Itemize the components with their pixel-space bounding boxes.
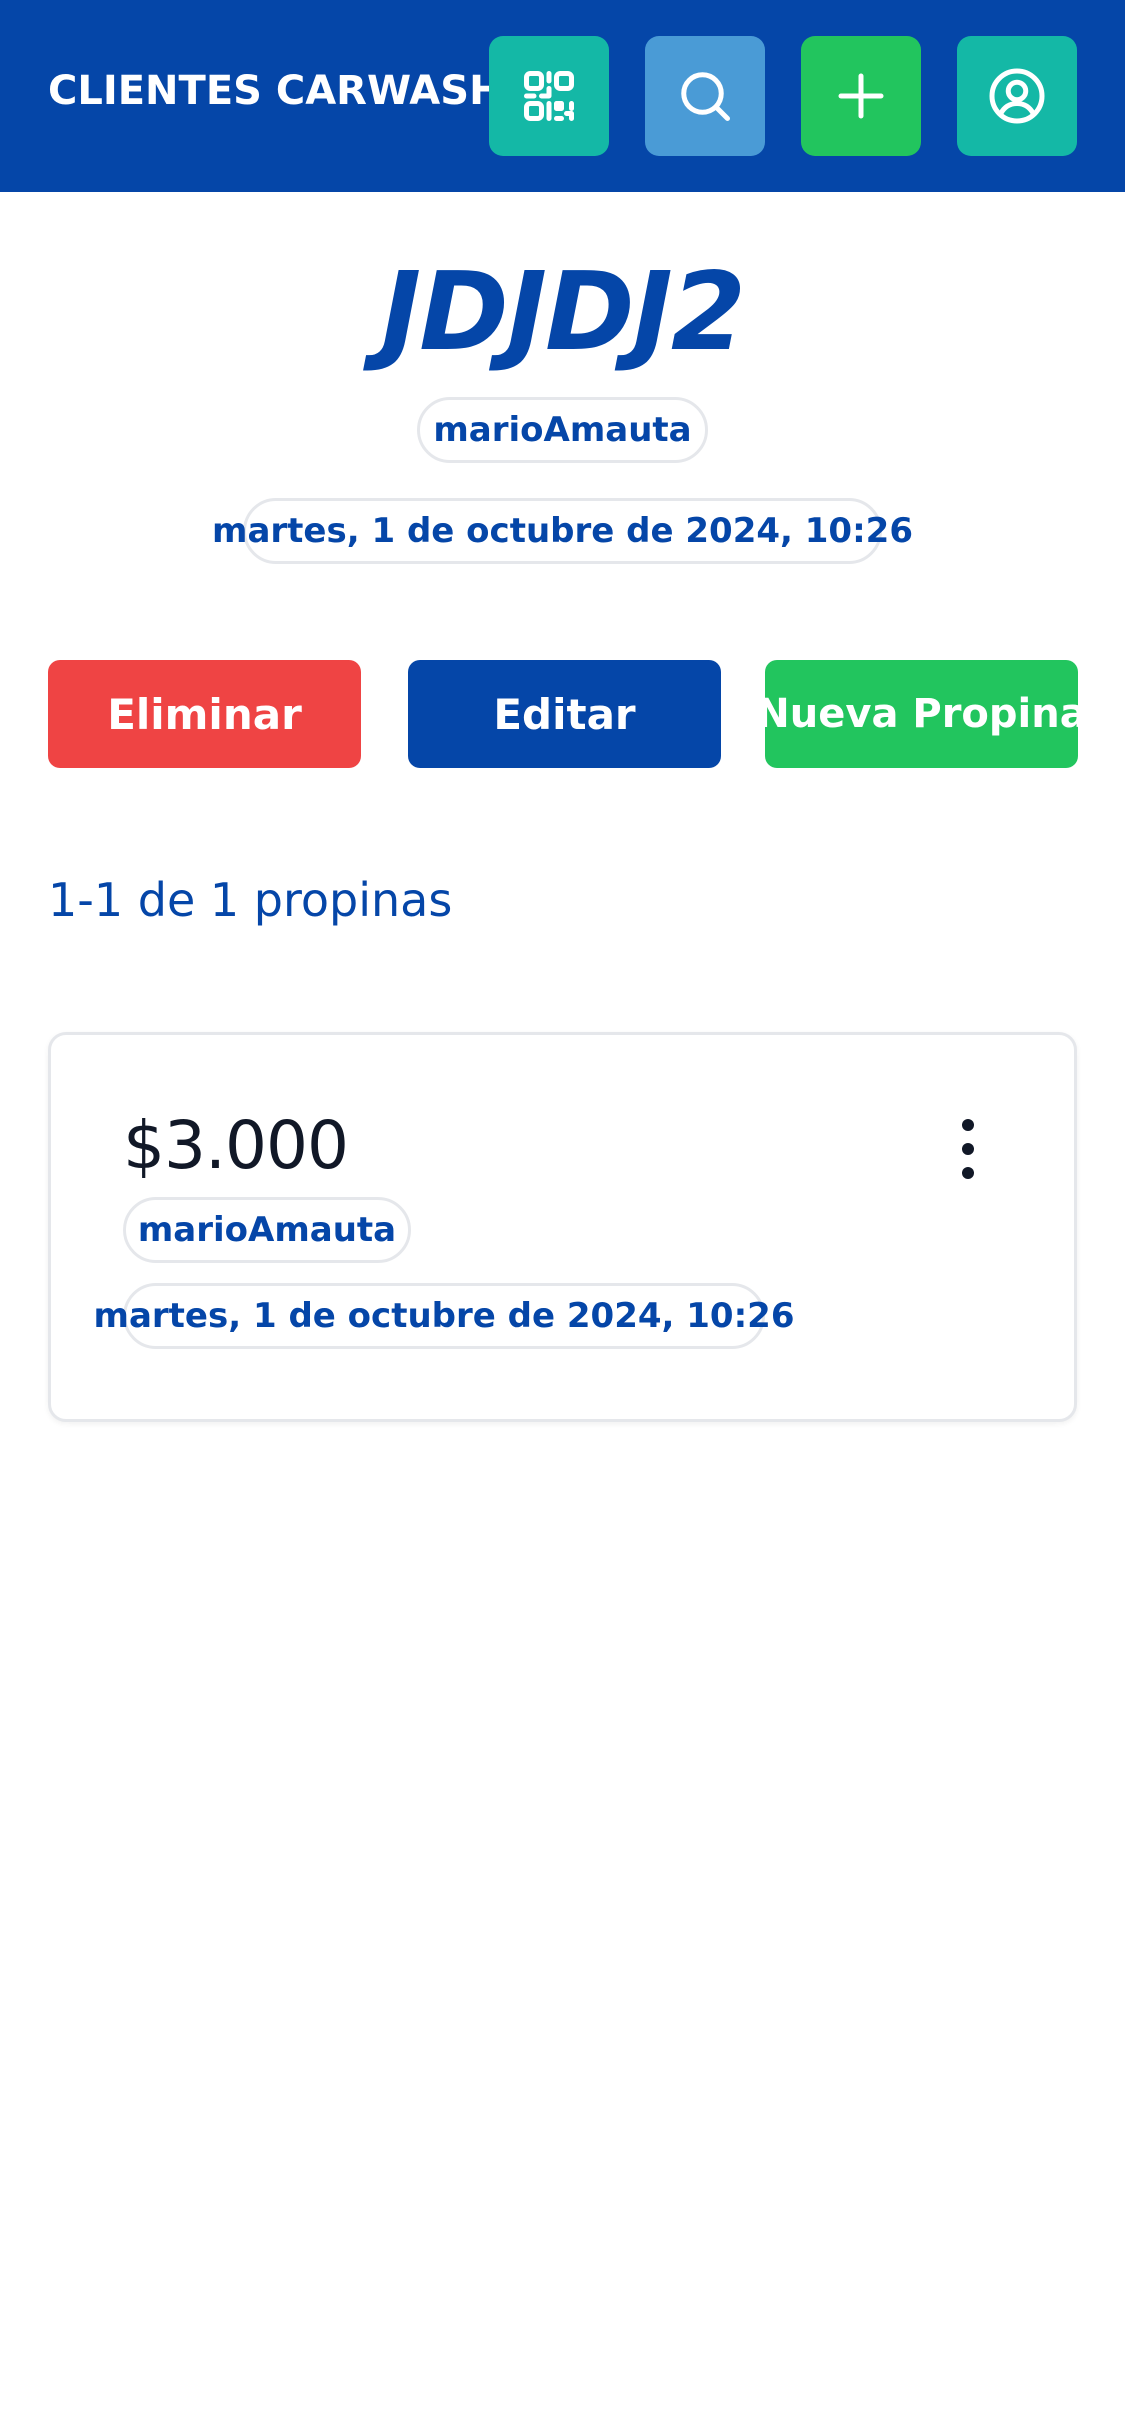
menu-dot: [962, 1167, 974, 1179]
add-client-button[interactable]: [801, 36, 921, 156]
search-button[interactable]: [645, 36, 765, 156]
vehicle-user-badge: marioAmauta: [417, 397, 708, 463]
plus-icon: [838, 73, 884, 119]
tip-user-badge: marioAmauta: [123, 1197, 411, 1263]
search-icon: [681, 72, 730, 121]
profile-button[interactable]: [957, 36, 1077, 156]
user-circle-icon: [989, 68, 1045, 124]
new-tip-button[interactable]: Nueva Propina: [756, 660, 1087, 768]
menu-dot: [962, 1119, 974, 1131]
tip-date-badge: martes, 1 de octubre de 2024, 10:26: [94, 1283, 795, 1349]
vehicle-date-badge: martes, 1 de octubre de 2024, 10:26: [212, 498, 913, 564]
top-navbar: CLIENTES CARWASH: [0, 0, 1125, 192]
edit-button[interactable]: Editar: [408, 660, 721, 768]
tips-count-label: 1-1 de 1 propinas: [48, 873, 453, 927]
tip-card: $3.000 marioAmauta martes, 1 de octubre …: [48, 1032, 1077, 1422]
more-vertical-icon[interactable]: [948, 1119, 988, 1179]
delete-button[interactable]: Eliminar: [48, 660, 361, 768]
qr-code-icon: [524, 71, 574, 121]
tip-amount: $3.000: [123, 1107, 349, 1184]
vehicle-plate-title: JDJDJ2: [381, 250, 746, 375]
app-title[interactable]: CLIENTES CARWASH: [48, 68, 503, 114]
qr-code-button[interactable]: [489, 36, 609, 156]
menu-dot: [962, 1143, 974, 1155]
